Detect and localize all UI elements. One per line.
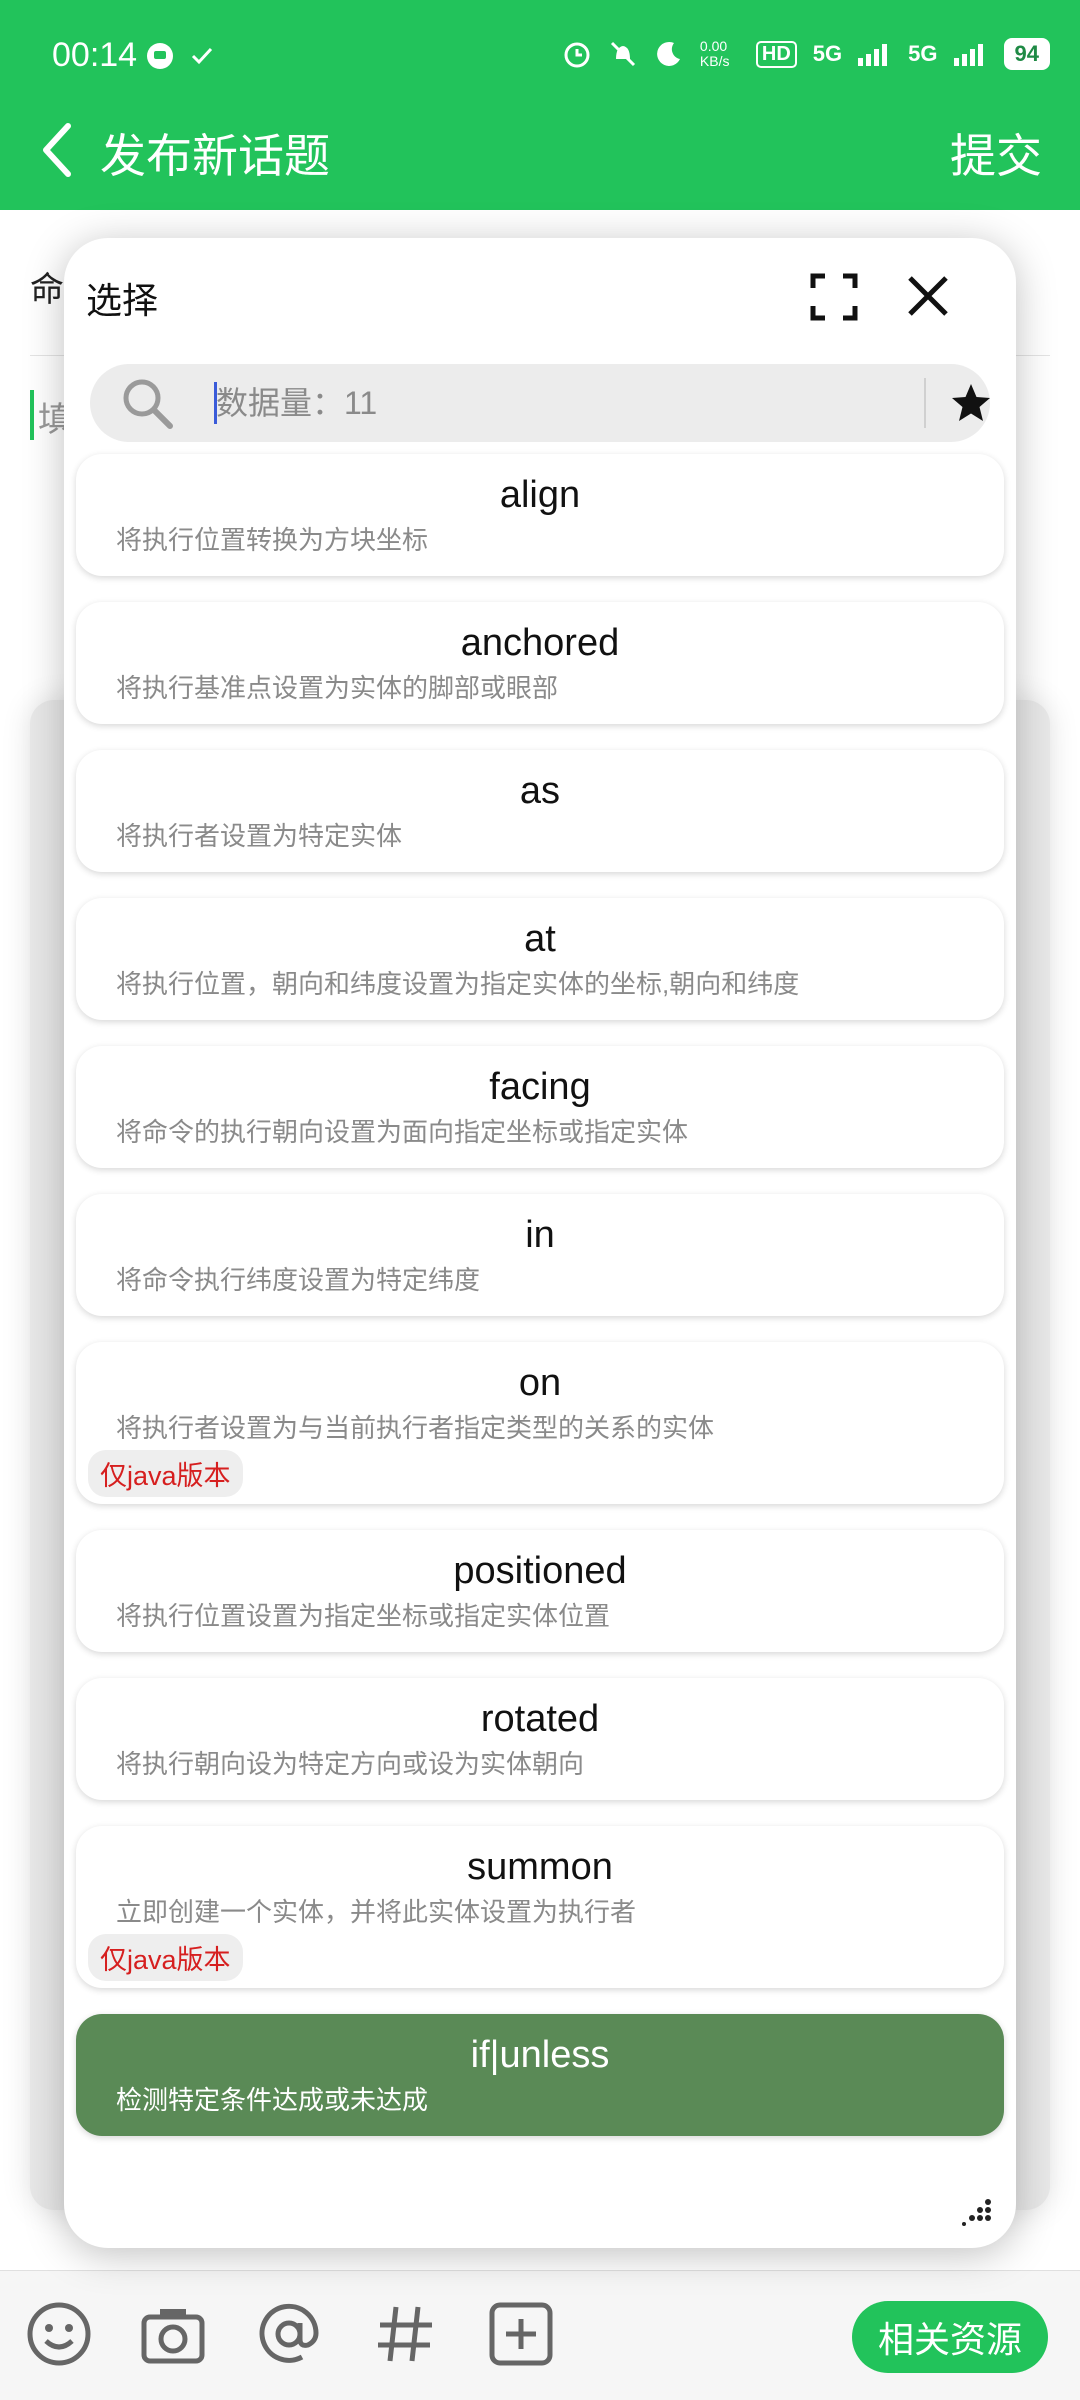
option-description: 将执行位置，朝向和纬度设置为指定实体的坐标,朝向和纬度 — [116, 969, 800, 999]
search-bar — [90, 364, 990, 442]
signal-bars-icon — [858, 44, 888, 66]
option-description: 将执行基准点设置为实体的脚部或眼部 — [116, 673, 559, 703]
search-input[interactable] — [216, 378, 866, 428]
camera-icon[interactable] — [138, 2299, 208, 2369]
back-arrow-icon[interactable] — [34, 120, 84, 180]
java-only-badge: 仅java版本 — [88, 1450, 243, 1497]
option-name: align — [499, 474, 581, 516]
option-item-if-unless[interactable]: if|unless 检测特定条件达成或未达成 — [76, 2014, 1004, 2136]
option-description: 将执行位置设置为指定坐标或指定实体位置 — [116, 1601, 611, 1631]
form-label-command: 命 — [30, 271, 64, 309]
option-description: 将执行朝向设为特定方向或设为实体朝向 — [116, 1749, 585, 1779]
java-only-badge: 仅java版本 — [88, 1934, 243, 1981]
option-name: positioned — [453, 1550, 627, 1592]
star-icon[interactable] — [946, 378, 996, 428]
resize-handle-icon[interactable] — [962, 2198, 992, 2226]
option-description: 将执行者设置为与当前执行者指定类型的关系的实体 — [116, 1413, 715, 1443]
related-resources-button[interactable]: 相关资源 — [851, 2301, 1048, 2373]
add-box-icon[interactable] — [486, 2299, 556, 2369]
option-name: in — [525, 1214, 555, 1256]
bottom-toolbar: 相关资源 — [0, 2270, 1080, 2400]
option-description: 检测特定条件达成或未达成 — [116, 2085, 429, 2115]
option-name: on — [518, 1362, 562, 1404]
moon-icon — [657, 41, 680, 66]
option-item-anchored[interactable]: anchored 将执行基准点设置为实体的脚部或眼部 — [76, 602, 1004, 724]
text-cursor — [30, 390, 34, 440]
status-bar: 00:14 0.00 KB/s HD 5G 5G 94 — [0, 0, 1080, 115]
option-item-at[interactable]: at 将执行位置，朝向和纬度设置为指定实体的坐标,朝向和纬度 — [76, 898, 1004, 1020]
option-name: facing — [489, 1066, 591, 1108]
option-item-as[interactable]: as 将执行者设置为特定实体 — [76, 750, 1004, 872]
close-icon[interactable] — [900, 268, 956, 324]
option-name: if|unless — [470, 2034, 610, 2076]
signal-bars-icon — [953, 44, 983, 66]
hashtag-icon[interactable] — [370, 2299, 440, 2369]
mute-bell-icon — [610, 41, 635, 67]
select-dialog: 选择 align 将执行位置转换为方块坐标 anchored 将执行基准点设置为实体的… — [64, 238, 1016, 2248]
option-description: 将命令执行纬度设置为特定纬度 — [116, 1265, 481, 1295]
divider — [924, 378, 926, 428]
status-time: 00:14 — [52, 36, 138, 74]
option-item-summon[interactable]: summon 立即创建一个实体，并将此实体设置为执行者仅java版本 — [76, 1826, 1004, 1988]
option-item-on[interactable]: on 将执行者设置为与当前执行者指定类型的关系的实体仅java版本 — [76, 1342, 1004, 1504]
option-name: at — [524, 918, 556, 960]
text-cursor — [214, 382, 217, 424]
option-name: rotated — [480, 1698, 600, 1740]
emoji-icon[interactable] — [24, 2299, 94, 2369]
fullscreen-icon[interactable] — [809, 272, 859, 322]
page-title: 发布新话题 — [100, 130, 330, 182]
top-app-bar: 00:14 0.00 KB/s HD 5G 5G 94 发布新话题 提交 — [0, 0, 1080, 210]
option-item-in[interactable]: in 将命令执行纬度设置为特定纬度 — [76, 1194, 1004, 1316]
option-item-align[interactable]: align 将执行位置转换为方块坐标 — [76, 454, 1004, 576]
option-description: 将命令的执行朝向设置为面向指定坐标或指定实体 — [116, 1117, 689, 1147]
notification-app-icon — [147, 43, 173, 69]
option-name: summon — [467, 1846, 613, 1888]
option-name: anchored — [460, 622, 620, 664]
option-name: as — [519, 770, 561, 812]
net-speed: 0.00 KB/s — [699, 38, 730, 69]
check-icon — [191, 47, 213, 65]
mention-icon[interactable] — [254, 2299, 324, 2369]
option-description: 将执行位置转换为方块坐标 — [116, 525, 429, 555]
option-item-positioned[interactable]: positioned 将执行位置设置为指定坐标或指定实体位置 — [76, 1530, 1004, 1652]
alarm-icon — [564, 42, 590, 68]
search-icon — [123, 379, 173, 429]
signal-5g-1: 5G — [812, 41, 843, 66]
dialog-title: 选择 — [86, 280, 159, 321]
battery-indicator: 94 — [1003, 38, 1050, 70]
option-item-facing[interactable]: facing 将命令的执行朝向设置为面向指定坐标或指定实体 — [76, 1046, 1004, 1168]
hd-badge: HD — [755, 40, 797, 68]
option-description: 立即创建一个实体，并将此实体设置为执行者 — [116, 1897, 637, 1927]
option-description: 将执行者设置为特定实体 — [116, 821, 403, 851]
submit-button[interactable]: 提交 — [950, 120, 1042, 186]
signal-5g-2: 5G — [908, 41, 938, 66]
option-item-rotated[interactable]: rotated 将执行朝向设为特定方向或设为实体朝向 — [76, 1678, 1004, 1800]
